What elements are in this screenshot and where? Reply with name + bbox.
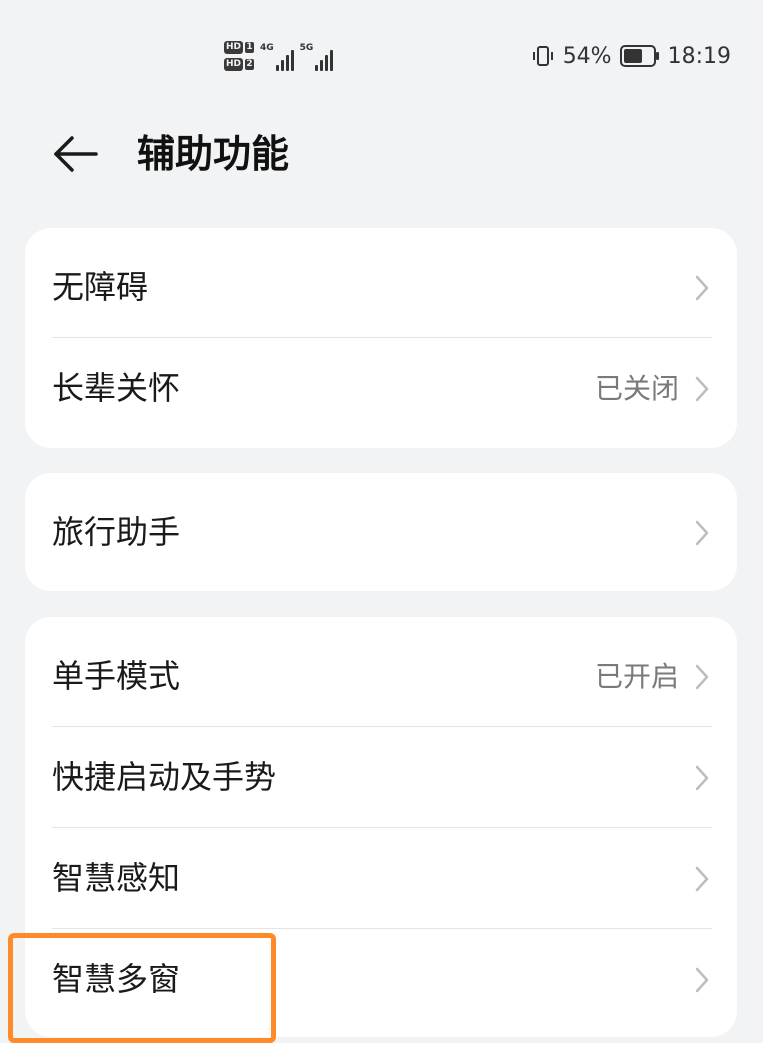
chevron-right-icon — [695, 275, 709, 301]
battery-icon — [619, 45, 659, 67]
status-bar-right: 54% 18:19 — [531, 38, 731, 74]
network-type-label: 4G — [260, 43, 274, 53]
hd-label: HD — [224, 41, 244, 54]
item-status: 已关闭 — [594, 372, 679, 405]
item-label: 快捷启动及手势 — [52, 758, 277, 796]
settings-group-1: 无障碍 长辈关怀 已关闭 — [25, 228, 737, 448]
chevron-right-icon — [695, 520, 709, 546]
list-item-accessibility[interactable]: 无障碍 — [25, 237, 737, 338]
page-header: 辅助功能 — [0, 110, 763, 200]
list-item-smart-multi-window[interactable]: 智慧多窗 — [25, 929, 737, 1030]
hd-badge-sim1: HD 1 — [224, 41, 255, 54]
settings-group-2: 旅行助手 — [25, 473, 737, 591]
signal-icon — [315, 49, 334, 71]
battery-percent: 54% — [562, 43, 612, 69]
list-item-shortcuts-gestures[interactable]: 快捷启动及手势 — [25, 727, 737, 828]
status-bar: HD 1 HD 2 4G 5G 54% 18:19 — [0, 0, 763, 110]
list-item-smart-sensing[interactable]: 智慧感知 — [25, 828, 737, 929]
vibrate-icon — [532, 46, 553, 66]
back-arrow-icon[interactable] — [50, 132, 100, 176]
hd-badge-sim2: HD 2 — [224, 58, 255, 71]
network-sim1: 4G — [260, 41, 294, 71]
item-label: 旅行助手 — [52, 513, 181, 551]
settings-group-3: 单手模式 已开启 快捷启动及手势 智慧感知 智慧多窗 — [25, 617, 737, 1037]
chevron-right-icon — [695, 967, 709, 993]
list-item-elder-care[interactable]: 长辈关怀 已关闭 — [25, 338, 737, 439]
volte-indicators: HD 1 HD 2 — [224, 41, 255, 71]
chevron-right-icon — [695, 664, 709, 690]
page-title: 辅助功能 — [137, 132, 290, 176]
chevron-right-icon — [695, 376, 709, 402]
list-item-travel-assistant[interactable]: 旅行助手 — [25, 482, 737, 583]
network-type-label: 5G — [299, 43, 314, 53]
item-label: 智慧感知 — [52, 859, 181, 897]
sim-number: 1 — [245, 42, 255, 53]
chevron-right-icon — [695, 765, 709, 791]
item-label: 无障碍 — [52, 268, 149, 306]
sim-number: 2 — [245, 59, 255, 70]
clock: 18:19 — [667, 43, 731, 69]
item-status: 已开启 — [594, 660, 679, 693]
item-label: 智慧多窗 — [52, 960, 181, 998]
network-sim2: 5G — [300, 41, 334, 71]
item-label: 长辈关怀 — [52, 369, 181, 407]
chevron-right-icon — [695, 866, 709, 892]
status-bar-left: HD 1 HD 2 4G 5G — [224, 34, 334, 78]
list-item-one-handed-mode[interactable]: 单手模式 已开启 — [25, 626, 737, 727]
hd-label: HD — [224, 58, 244, 71]
signal-icon — [275, 49, 294, 71]
item-label: 单手模式 — [52, 657, 181, 695]
